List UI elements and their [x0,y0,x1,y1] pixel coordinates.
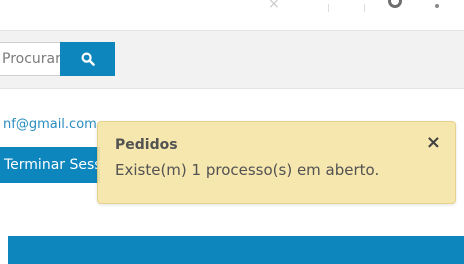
more-icon[interactable] [435,4,439,8]
toast-title: Pedidos [115,137,178,153]
top-toolbar: × [0,0,464,30]
page: × nf@gmail.com Terminar Sessão Pedidos E… [0,0,464,264]
toolbar-divider [364,4,365,12]
search-bar [0,31,464,89]
search-input[interactable] [0,42,60,76]
account-icon[interactable] [388,0,402,8]
user-email[interactable]: nf@gmail.com [3,117,97,132]
toast-message: Existe(m) 1 processo(s) em aberto. [115,161,380,179]
search-button[interactable] [60,42,115,76]
toolbar-divider [328,4,329,12]
close-icon[interactable]: × [268,0,280,12]
search-icon [80,52,95,66]
content-header-bar [8,236,464,264]
notification-toast: Pedidos Existe(m) 1 processo(s) em abert… [97,121,456,204]
logout-button[interactable]: Terminar Sessão [0,147,100,183]
close-icon[interactable]: × [426,134,441,152]
